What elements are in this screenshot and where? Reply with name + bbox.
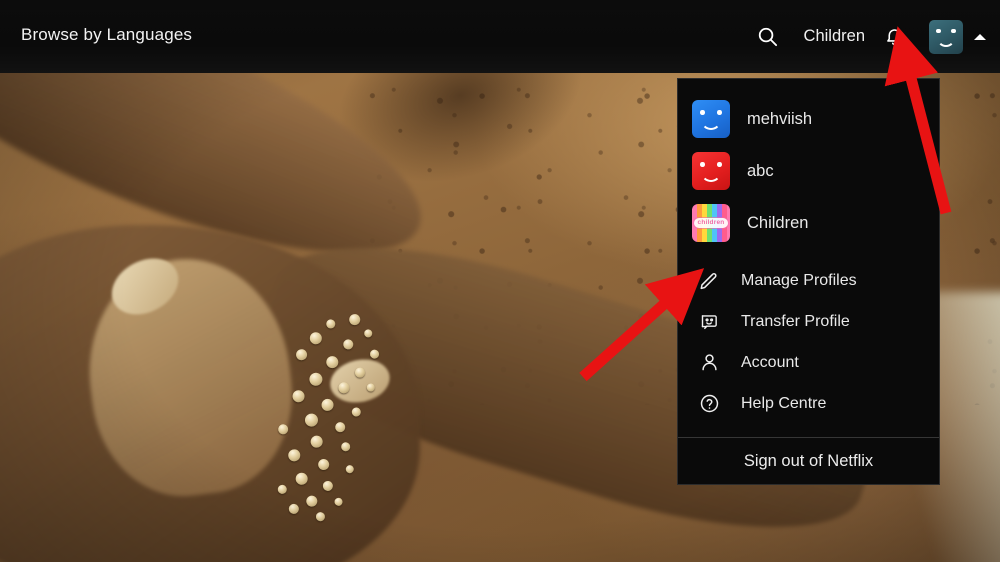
menu-item-label: Transfer Profile: [741, 312, 850, 330]
profile-name-label: mehviish: [747, 109, 813, 128]
profile-avatar-button[interactable]: [929, 19, 963, 54]
avatar-eye-right: [717, 162, 722, 167]
rainbow-kids-avatar-icon: children: [692, 204, 730, 242]
profile-item-abc[interactable]: abc: [678, 145, 939, 197]
smiley-face-red-icon: [692, 152, 730, 190]
chevron-up-icon[interactable]: [974, 33, 986, 40]
transfer-profile-icon: [696, 309, 722, 335]
pencil-icon: [696, 268, 722, 294]
avatar-eye-right: [950, 28, 956, 34]
profile-name-label: Children: [747, 213, 809, 232]
menu-item-label: Account: [741, 353, 799, 371]
sign-out-button[interactable]: Sign out of Netflix: [678, 438, 939, 484]
notifications-bell-icon[interactable]: [871, 15, 917, 59]
search-icon[interactable]: [746, 15, 790, 59]
avatar-eye-left: [700, 110, 705, 115]
menu-item-label: Help Centre: [741, 394, 827, 412]
avatar-eye-right: [717, 110, 722, 115]
avatar-mouth: [937, 37, 955, 47]
menu-item-help-centre[interactable]: Help Centre: [678, 383, 939, 424]
menu-item-manage-profiles[interactable]: Manage Profiles: [678, 260, 939, 301]
profile-item-children[interactable]: children Children: [678, 197, 939, 249]
profile-item-mehviish[interactable]: mehviish: [678, 93, 939, 145]
avatar-eye-left: [936, 28, 942, 34]
nav-right-cluster: Children: [746, 0, 986, 73]
netflix-browse-page: Browse by Languages Children mehviish ab…: [0, 0, 1000, 562]
account-dropdown-menu: mehviish abc children Children Manage Pr…: [677, 78, 940, 485]
person-icon: [696, 350, 722, 376]
menu-item-account[interactable]: Account: [678, 342, 939, 383]
profile-name-label: abc: [747, 161, 774, 180]
question-mark-circle-icon: [696, 391, 722, 417]
smiley-face-blue-icon: [692, 100, 730, 138]
menu-item-transfer-profile[interactable]: Transfer Profile: [678, 301, 939, 342]
account-menu-list: Manage Profiles Transfer Profile Account…: [678, 260, 939, 424]
children-badge: children: [693, 218, 729, 228]
avatar-mouth: [701, 171, 721, 183]
avatar-eye-left: [700, 162, 705, 167]
dropdown-pointer-caret: [894, 63, 912, 73]
menu-item-label: Manage Profiles: [741, 271, 857, 289]
avatar-mouth: [701, 119, 721, 131]
page-title: Browse by Languages: [21, 25, 193, 44]
top-navigation-bar: Browse by Languages Children: [0, 0, 1000, 73]
current-profile-label[interactable]: Children: [790, 27, 871, 46]
